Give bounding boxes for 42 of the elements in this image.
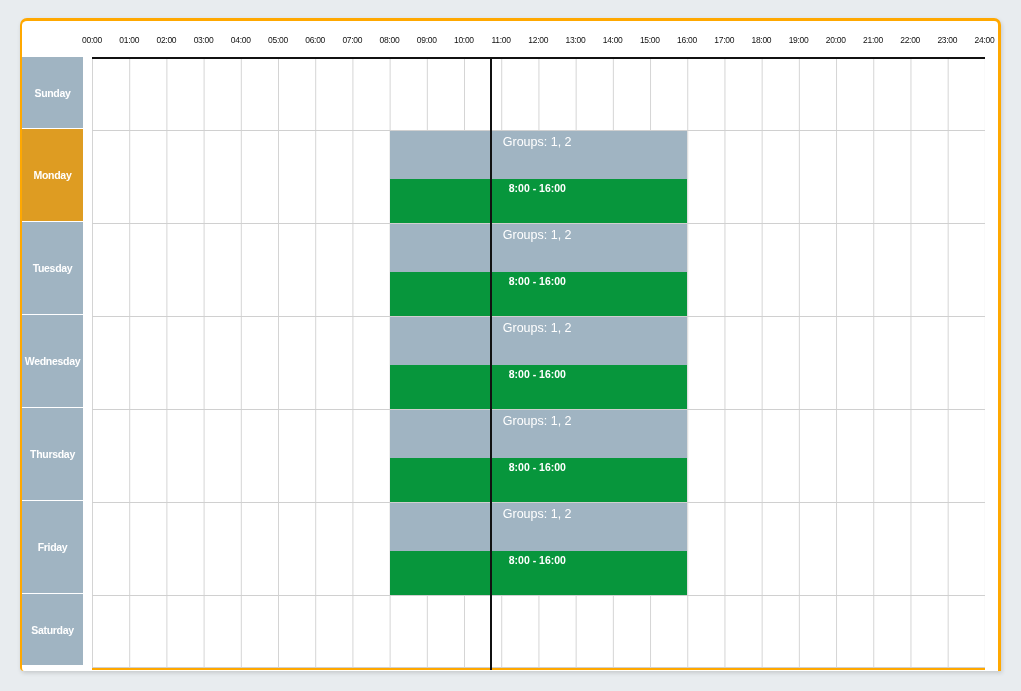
- hour-label: 18:00: [750, 34, 773, 45]
- hour-label: 05:00: [267, 34, 289, 45]
- hour-label: 08:00: [378, 34, 401, 45]
- hour-label: 21:00: [862, 34, 884, 45]
- hour-label: 09:00: [415, 34, 438, 45]
- hour-label: 17:00: [713, 34, 736, 45]
- event-group-label[interactable]: Groups: 1, 2: [389, 410, 688, 458]
- hour-label: 00:00: [81, 34, 103, 45]
- hour-label: 02:00: [155, 34, 178, 45]
- hour-label: 15:00: [638, 34, 661, 45]
- hour-label: 23:00: [936, 34, 959, 45]
- hour-label: 07:00: [341, 34, 364, 45]
- event-group-label[interactable]: Groups: 1, 2: [389, 224, 688, 272]
- hour-label: 20:00: [824, 34, 847, 45]
- hour-label: 03:00: [192, 34, 215, 45]
- hour-label: 24:00: [973, 34, 996, 45]
- hour-label: 12:00: [527, 34, 550, 45]
- event-time-bar[interactable]: 8:00 - 16:00: [389, 179, 688, 223]
- day-label[interactable]: Friday: [22, 501, 83, 594]
- hour-label: 06:00: [304, 34, 326, 45]
- hour-label: 01:00: [118, 34, 141, 45]
- hour-label: 22:00: [899, 34, 921, 45]
- hour-label: 13:00: [564, 34, 587, 45]
- day-label[interactable]: Thursday: [22, 408, 83, 501]
- event-group-label[interactable]: Groups: 1, 2: [389, 317, 688, 365]
- hour-label: 04:00: [229, 34, 252, 45]
- hour-label: 16:00: [676, 34, 698, 45]
- day-label[interactable]: Monday: [22, 129, 83, 222]
- day-label[interactable]: Wednesday: [22, 315, 83, 408]
- event-group-label[interactable]: Groups: 1, 2: [389, 131, 688, 179]
- hour-label: 14:00: [601, 34, 624, 45]
- hour-label: 19:00: [787, 34, 810, 45]
- day-label[interactable]: Sunday: [22, 57, 83, 129]
- event-time-bar[interactable]: 8:00 - 16:00: [389, 551, 688, 595]
- event-time-bar[interactable]: 8:00 - 16:00: [389, 272, 688, 316]
- event-time-bar[interactable]: 8:00 - 16:00: [389, 458, 688, 502]
- hour-label: 11:00: [490, 34, 512, 45]
- hour-label: 10:00: [453, 34, 475, 45]
- day-label[interactable]: Tuesday: [22, 222, 83, 315]
- event-time-bar[interactable]: 8:00 - 16:00: [389, 365, 688, 409]
- event-group-label[interactable]: Groups: 1, 2: [389, 503, 688, 551]
- day-label[interactable]: Saturday: [22, 594, 83, 666]
